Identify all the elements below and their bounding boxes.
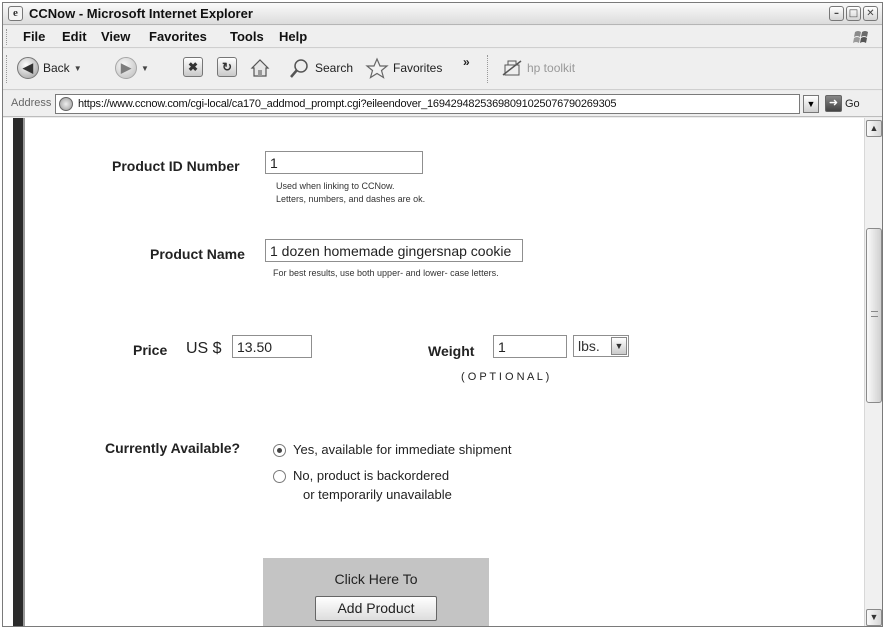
submit-caption: Click Here To: [334, 571, 418, 587]
menu-tools[interactable]: Tools: [230, 29, 264, 44]
availability-no-label-2[interactable]: or temporarily unavailable: [303, 487, 452, 502]
availability-no-radio[interactable]: [273, 470, 286, 483]
scroll-up-icon[interactable]: ▲: [866, 120, 882, 137]
address-dropdown-icon[interactable]: ▼: [803, 95, 819, 113]
title-bar: e CCNow - Microsoft Internet Explorer – …: [3, 3, 882, 25]
chevron-down-icon: ▼: [611, 337, 627, 355]
hp-toolkit-icon: [502, 60, 522, 76]
weight-unit-select[interactable]: lbs. ▼: [573, 335, 629, 357]
hp-toolkit-button[interactable]: hp toolkit: [501, 57, 575, 79]
toolbar-grip-2: [487, 55, 490, 83]
windows-flag-icon: [853, 31, 868, 43]
back-label: Back: [43, 61, 70, 75]
close-button[interactable]: ✕: [863, 6, 878, 21]
back-dropdown-icon[interactable]: ▼: [74, 64, 82, 73]
availability-no-label-1[interactable]: No, product is backordered: [293, 468, 449, 483]
add-product-button[interactable]: Add Product: [315, 596, 437, 621]
search-button[interactable]: Search: [289, 57, 353, 79]
left-border-bar: [13, 118, 23, 626]
submit-panel: Click Here To Add Product: [263, 558, 489, 626]
search-icon: [290, 59, 308, 78]
back-arrow-icon: ◀: [17, 57, 39, 79]
window-title: CCNow - Microsoft Internet Explorer: [29, 6, 253, 21]
menu-file[interactable]: File: [23, 29, 45, 44]
favorites-label: Favorites: [393, 61, 443, 75]
go-arrow-icon: ➜: [825, 95, 842, 112]
address-url: https://www.ccnow.com/cgi-local/ca170_ad…: [78, 98, 617, 110]
toolbar-grip: [6, 55, 9, 83]
weight-unit-value: lbs.: [578, 338, 600, 354]
toolbar: ◀ Back ▼ ▶ ▼ ✖ ↻ Search Favorites » hp t…: [3, 49, 882, 90]
toolbar-chevron-icon[interactable]: »: [463, 55, 470, 69]
weight-label: Weight: [428, 343, 475, 359]
product-name-label: Product Name: [150, 246, 245, 262]
product-id-hint-1: Used when linking to CCNow.: [276, 181, 395, 191]
browser-window: e CCNow - Microsoft Internet Explorer – …: [2, 2, 883, 627]
weight-optional-note: ( O P T I O N A L ): [461, 371, 550, 383]
product-name-hint: For best results, use both upper- and lo…: [273, 268, 499, 278]
forward-dropdown-icon[interactable]: ▼: [141, 64, 149, 73]
forward-arrow-icon: ▶: [115, 57, 137, 79]
address-bar: Address https://www.ccnow.com/cgi-local/…: [3, 91, 882, 117]
availability-yes-radio[interactable]: [273, 444, 286, 457]
weight-input[interactable]: 1: [493, 335, 567, 358]
left-border-line: [23, 118, 25, 626]
menu-bar: File Edit View Favorites Tools Help: [3, 26, 882, 48]
address-input[interactable]: https://www.ccnow.com/cgi-local/ca170_ad…: [55, 94, 800, 114]
price-input[interactable]: 13.50: [232, 335, 312, 358]
scroll-down-icon[interactable]: ▼: [866, 609, 882, 626]
scroll-thumb[interactable]: [866, 228, 882, 403]
refresh-icon[interactable]: ↻: [217, 57, 237, 77]
go-label: Go: [845, 97, 860, 110]
hp-toolkit-label: hp toolkit: [527, 61, 576, 75]
product-id-hint-2: Letters, numbers, and dashes are ok.: [276, 194, 426, 204]
page-icon: [59, 97, 73, 111]
product-id-label: Product ID Number: [112, 158, 240, 174]
currency-label: US $: [186, 340, 222, 357]
price-label: Price: [133, 342, 168, 358]
product-name-input[interactable]: 1 dozen homemade gingersnap cookie: [265, 239, 523, 262]
ie-logo-icon: e: [8, 6, 23, 21]
maximize-button[interactable]: □: [846, 6, 861, 21]
home-icon[interactable]: [249, 57, 271, 79]
go-button[interactable]: ➜ Go: [825, 95, 860, 112]
stop-icon[interactable]: ✖: [183, 57, 203, 77]
back-button[interactable]: ◀ Back ▼: [17, 57, 82, 79]
vertical-scrollbar[interactable]: ▲ ▼: [864, 118, 882, 626]
star-icon: [365, 57, 389, 79]
availability-yes-label[interactable]: Yes, available for immediate shipment: [293, 442, 511, 457]
menu-view[interactable]: View: [101, 29, 130, 44]
menu-help[interactable]: Help: [279, 29, 307, 44]
menu-edit[interactable]: Edit: [62, 29, 87, 44]
menu-grip: [6, 29, 9, 45]
search-label: Search: [315, 61, 354, 75]
forward-button[interactable]: ▶ ▼: [115, 57, 149, 79]
page-content: Product ID Number 1 Used when linking to…: [3, 118, 882, 626]
scroll-grip-icon: [871, 311, 878, 317]
favorites-button[interactable]: Favorites: [365, 57, 442, 79]
minimize-button[interactable]: –: [829, 6, 844, 21]
product-id-input[interactable]: 1: [265, 151, 423, 174]
menu-favorites[interactable]: Favorites: [149, 29, 207, 44]
address-label: Address: [11, 97, 52, 109]
availability-label: Currently Available?: [105, 440, 241, 456]
